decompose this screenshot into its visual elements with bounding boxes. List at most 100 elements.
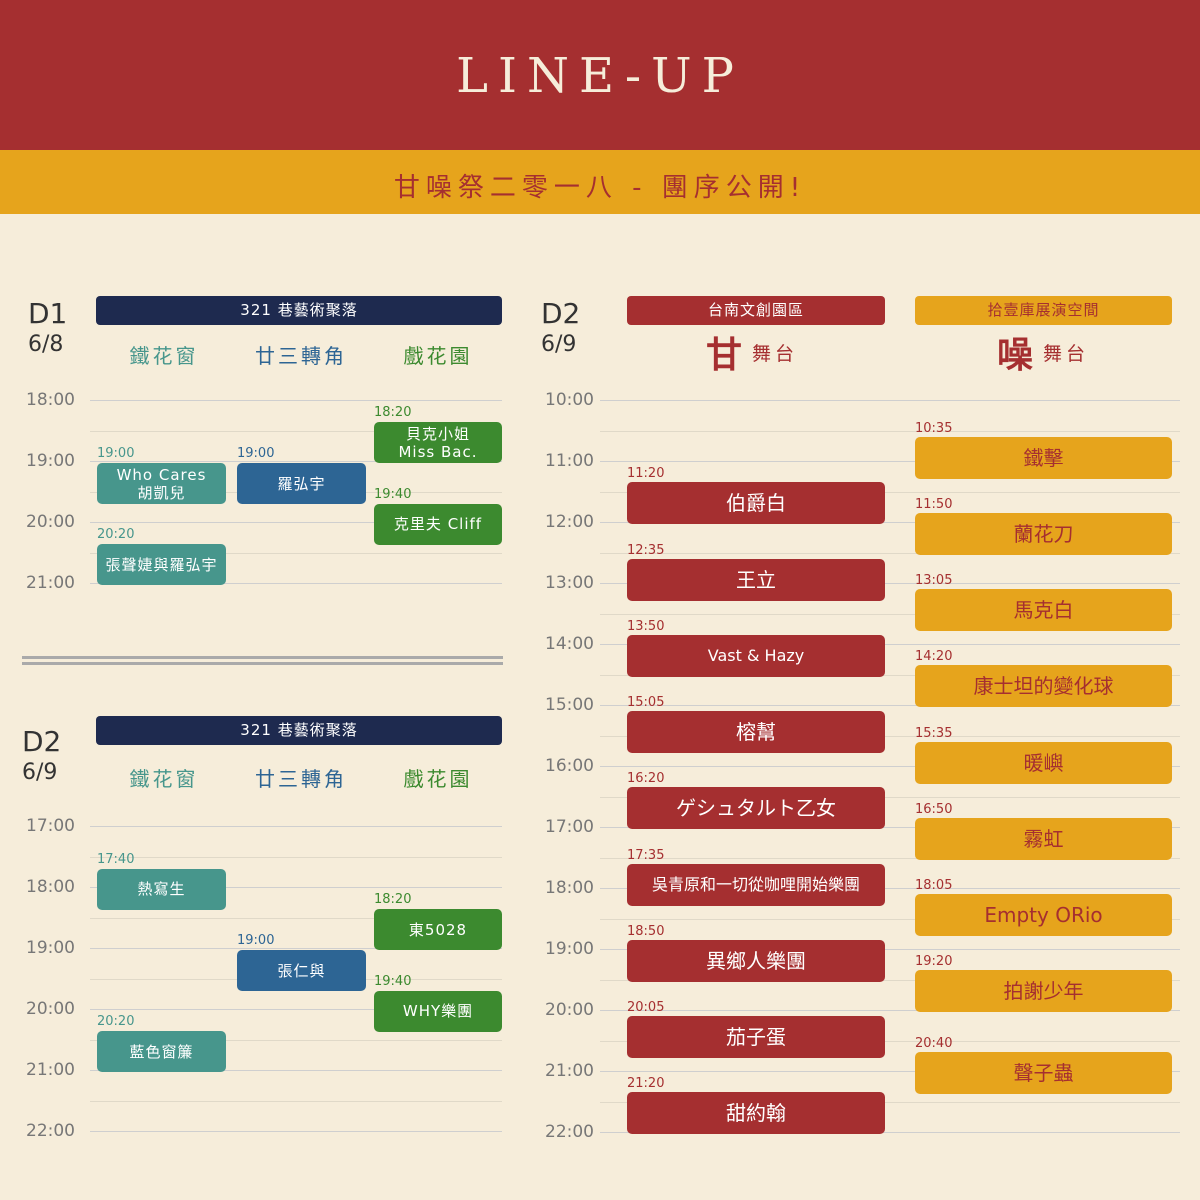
slot-start-time: 13:50	[627, 618, 665, 634]
time-label: 18:00	[26, 390, 75, 410]
time-label: 19:00	[545, 939, 594, 959]
slot-start-time: 11:20	[627, 466, 665, 482]
time-label: 17:00	[26, 816, 75, 836]
slot-card: 吳青原和一切從咖哩開始樂團	[627, 863, 885, 906]
half-hour-gridline	[90, 1100, 502, 1102]
time-label: 19:00	[26, 451, 75, 471]
slot-card: 聲子蟲	[915, 1051, 1172, 1094]
time-label: 13:00	[545, 573, 594, 593]
zao-kanji-logo: 噪	[997, 334, 1034, 376]
slot-card: 克里夫 Cliff	[374, 503, 502, 545]
hour-gridline	[90, 826, 502, 827]
slot-card: Empty ORio	[915, 894, 1172, 937]
slot-card: 王立	[627, 558, 885, 601]
gan-stage-label: 舞台	[752, 342, 799, 365]
slot-card: 拍謝少年	[915, 970, 1172, 1013]
slot-start-time: 20:20	[97, 527, 135, 543]
slot-start-time: 12:35	[627, 542, 665, 558]
d1-column-xihuayuan: 戲花園	[403, 344, 473, 368]
section-divider-second	[22, 662, 503, 665]
slot-start-time: 21:20	[627, 1076, 665, 1092]
slot-performer-name: 藍色窗簾	[129, 1042, 194, 1061]
d1-column-niansanzhuanjiao: 廿三轉角	[255, 344, 347, 368]
time-label: 17:00	[545, 817, 594, 837]
page-subtitle: 甘噪祭二零一八 - 團序公開!	[393, 173, 807, 203]
d2-left-date-label: 6/9	[22, 760, 58, 785]
slot-card: Who Cares 胡凱兒	[97, 463, 226, 504]
slot-card: 張仁與	[237, 950, 366, 991]
d2-column-xihuayuan: 戲花園	[403, 767, 473, 791]
slot-card: 榕幫	[627, 711, 885, 754]
slot-start-time: 20:05	[627, 1000, 665, 1016]
hour-gridline	[90, 1131, 502, 1132]
slot-card: 甜約翰	[627, 1092, 885, 1135]
slot-start-time: 17:35	[627, 847, 665, 863]
slot-card: 異鄉人樂團	[627, 939, 885, 982]
slot-performer-name: Who Cares	[116, 465, 207, 484]
zao-stage-label: 舞台	[1043, 342, 1090, 365]
d2-gan-venue-bar: 台南文創園區	[627, 296, 885, 325]
slot-start-time: 11:50	[915, 496, 953, 512]
time-label: 20:00	[26, 512, 75, 532]
d2-left-venue-bar: 321 巷藝術聚落	[96, 716, 502, 745]
gan-kanji-logo: 甘	[706, 334, 743, 376]
slot-card: 羅弘宇	[237, 463, 366, 504]
time-label: 21:00	[26, 1060, 75, 1080]
time-label: 11:00	[545, 451, 594, 471]
time-label: 10:00	[545, 390, 594, 410]
slot-performer-name: 克里夫 Cliff	[393, 515, 483, 534]
slot-start-time: 18:05	[915, 878, 953, 894]
slot-card: Vast & Hazy	[627, 634, 885, 677]
slot-start-time: 19:00	[237, 933, 275, 948]
time-label: 18:00	[545, 878, 594, 898]
time-label: 21:00	[545, 1061, 594, 1081]
time-label: 14:00	[545, 634, 594, 654]
slot-performer-name: 張仁與	[277, 961, 326, 980]
slot-performer-name: Miss Bac.	[398, 442, 478, 461]
half-hour-gridline	[600, 430, 1180, 432]
slot-start-time: 10:35	[915, 420, 953, 436]
time-label: 15:00	[545, 695, 594, 715]
slot-performer-name: 東5028	[408, 920, 468, 939]
time-label: 16:00	[545, 756, 594, 776]
slot-card: WHY樂團	[374, 990, 502, 1032]
slot-card: 藍色窗簾	[97, 1031, 226, 1073]
slot-card: 霧虹	[915, 817, 1172, 860]
slot-start-time: 15:35	[915, 725, 953, 741]
slot-card: 伯爵白	[627, 482, 885, 525]
slot-performer-name: 熱寫生	[137, 880, 186, 899]
d1-column-tiehuachuang: 鐵花窗	[129, 344, 199, 368]
time-label: 18:00	[26, 877, 75, 897]
slot-performer-name: 張聲婕與羅弘宇	[105, 555, 218, 574]
slot-start-time: 16:50	[915, 801, 953, 817]
time-label: 21:00	[26, 573, 75, 593]
slot-card: 貝克小姐 Miss Bac.	[374, 422, 502, 464]
d2-column-niansanzhuanjiao: 廿三轉角	[255, 767, 347, 791]
slot-card: 茄子蛋	[627, 1016, 885, 1059]
slot-start-time: 19:40	[374, 973, 412, 989]
time-label: 20:00	[26, 999, 75, 1019]
slot-start-time: 19:00	[237, 446, 275, 461]
slot-card: 康士坦的變化球	[915, 665, 1172, 708]
d2-column-tiehuachuang: 鐵花窗	[129, 767, 199, 791]
time-label: 20:00	[545, 1000, 594, 1020]
slot-start-time: 19:40	[374, 486, 412, 502]
slot-performer-name: 胡凱兒	[137, 483, 186, 502]
section-divider	[22, 656, 503, 659]
slot-start-time: 20:20	[97, 1014, 135, 1030]
slot-card: 鐵擊	[915, 436, 1172, 479]
slot-card: 蘭花刀	[915, 512, 1172, 555]
half-hour-gridline	[90, 856, 502, 858]
page-title: LINE-UP	[456, 48, 744, 104]
slot-start-time: 16:20	[627, 771, 665, 787]
slot-start-time: 18:50	[627, 923, 665, 939]
slot-start-time: 18:20	[374, 405, 412, 421]
slot-card: 馬克白	[915, 589, 1172, 632]
d1-date-label: 6/8	[28, 332, 64, 357]
hour-gridline	[90, 400, 502, 401]
zao-stage-heading: 噪 舞台	[997, 332, 1107, 376]
hour-gridline	[600, 400, 1180, 401]
slot-card: 東5028	[374, 909, 502, 951]
slot-start-time: 17:40	[97, 851, 135, 867]
slot-start-time: 20:40	[915, 1035, 953, 1051]
